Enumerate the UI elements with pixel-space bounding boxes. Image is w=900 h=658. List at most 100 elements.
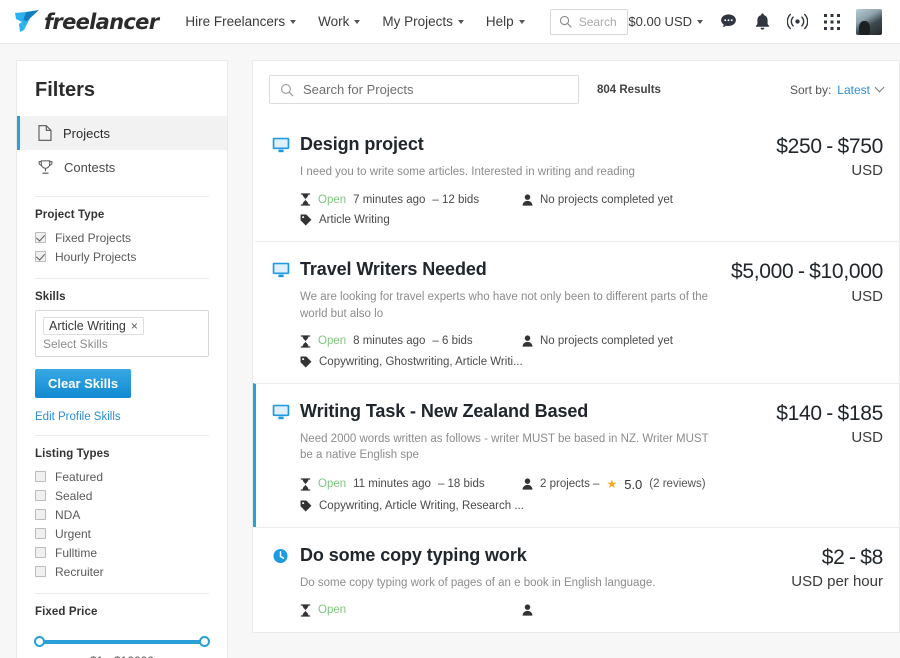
person-icon [522, 194, 533, 206]
project-reviews: (2 reviews) [649, 478, 706, 491]
project-title[interactable]: Travel Writers Needed [300, 259, 487, 280]
checkbox-icon [35, 232, 46, 243]
slider-handle-max[interactable] [199, 636, 210, 647]
checkbox-label: Sealed [55, 488, 93, 503]
sort-by-dropdown[interactable]: Sort by: Latest [790, 82, 885, 97]
fixed-price-slider[interactable] [34, 625, 210, 647]
person-icon [522, 604, 533, 617]
project-meta-row: Open 11 minutes ago – 18 bids 2 projects… [300, 477, 711, 492]
sidebar-item-label: Contests [64, 159, 116, 175]
project-bids: – 18 bids [437, 478, 485, 491]
project-skills-row: Copywriting, Ghostwriting, Article Writi… [300, 356, 711, 368]
nav-label: Help [485, 14, 514, 29]
checkbox-icon [35, 566, 46, 577]
checkbox-fulltime[interactable]: Fulltime [35, 543, 209, 562]
project-status-group: Open 7 minutes ago – 12 bids [300, 193, 522, 206]
results-panel: Search for Projects 804 Results Sort by:… [252, 60, 900, 658]
checkbox-label: NDA [55, 507, 81, 522]
project-status: Open [318, 478, 347, 491]
hourglass-icon [300, 477, 311, 491]
bell-icon[interactable] [754, 12, 771, 31]
project-title[interactable]: Writing Task - New Zealand Based [300, 401, 588, 422]
close-icon[interactable]: × [131, 319, 138, 333]
tag-icon [300, 356, 312, 368]
broadcast-icon[interactable] [787, 13, 808, 30]
checkbox-urgent[interactable]: Urgent [35, 524, 209, 543]
search-icon [281, 83, 294, 97]
checkbox-sealed[interactable]: Sealed [35, 486, 209, 505]
listing-types-label: Listing Types [35, 448, 110, 460]
sidebar-item-projects[interactable]: Projects [17, 116, 227, 150]
checkbox-icon [35, 490, 46, 501]
skills-label: Skills [35, 291, 66, 303]
slider-track[interactable] [34, 636, 210, 647]
checkbox-recruiter[interactable]: Recruiter [35, 562, 209, 581]
header-actions: $0.00 USD [628, 8, 886, 35]
project-type-section: Project Type Fixed Projects Hourly Proje… [17, 209, 227, 266]
tag-icon [300, 214, 312, 226]
divider [35, 593, 209, 594]
checkbox-hourly-projects[interactable]: Hourly Projects [35, 247, 209, 266]
project-bids: – 12 bids [432, 193, 480, 206]
project-skills: Copywriting, Article Writing, Research .… [319, 499, 524, 512]
project-status-group: Open [300, 604, 522, 617]
project-price-unit: USD [851, 429, 883, 447]
checkbox-label: Featured [55, 469, 104, 484]
header-search-box[interactable]: Search [549, 8, 629, 35]
checkbox-icon [35, 547, 46, 558]
project-client-info: 2 projects – [540, 478, 600, 491]
project-search-placeholder: Search for Projects [303, 82, 414, 97]
balance-menu[interactable]: $0.00 USD [628, 14, 703, 29]
checkbox-fixed-projects[interactable]: Fixed Projects [35, 228, 209, 247]
nav-label: Hire Freelancers [185, 14, 286, 29]
fixed-price-range-value: $1 - $10000 [35, 654, 209, 658]
skill-chip-article-writing[interactable]: Article Writing × [43, 317, 144, 335]
checkbox-icon [35, 528, 46, 539]
apps-grid-icon[interactable] [824, 13, 840, 30]
slider-handle-min[interactable] [34, 636, 45, 647]
project-price: $2 - $8 [821, 545, 884, 569]
chat-icon[interactable] [719, 12, 738, 31]
project-card[interactable]: Travel Writers Needed We are looking for… [253, 241, 899, 383]
project-price-block: $140 - $185 USD [723, 401, 883, 512]
nav-help[interactable]: Help [475, 8, 536, 35]
project-price-block: $250 - $750 USD [723, 134, 883, 226]
project-card[interactable]: Writing Task - New Zealand Based Need 20… [253, 382, 899, 527]
sidebar-item-contests[interactable]: Contests [17, 150, 227, 184]
project-price-block: $5,000 - $10,000 USD [723, 259, 883, 368]
project-card-main: Do some copy typing work Do some copy ty… [272, 545, 723, 617]
filters-sidebar: Filters Projects Contests Project Type F… [16, 60, 228, 658]
project-card[interactable]: Design project I need you to write some … [253, 117, 899, 241]
nav-hire-freelancers[interactable]: Hire Freelancers [174, 8, 307, 35]
nav-my-projects[interactable]: My Projects [371, 8, 475, 35]
project-skills-row: Article Writing [300, 214, 711, 226]
hourglass-icon [300, 335, 311, 348]
project-card[interactable]: Do some copy typing work Do some copy ty… [253, 526, 899, 632]
project-search-input[interactable]: Search for Projects [269, 75, 579, 104]
tag-icon [300, 500, 312, 512]
project-card-main: Writing Task - New Zealand Based Need 20… [272, 401, 723, 512]
page-body: Filters Projects Contests Project Type F… [0, 44, 900, 658]
checkbox-featured[interactable]: Featured [35, 467, 209, 486]
divider [35, 435, 209, 436]
project-title[interactable]: Design project [300, 134, 424, 155]
project-skills-row: Copywriting, Article Writing, Research .… [300, 500, 711, 512]
skills-section: Skills Article Writing × Select Skills C… [17, 291, 227, 423]
checkbox-nda[interactable]: NDA [35, 505, 209, 524]
nav-work[interactable]: Work [307, 8, 371, 35]
chevron-down-icon [457, 19, 464, 24]
skills-input[interactable]: Article Writing × Select Skills [35, 310, 209, 357]
project-rating: 5.0 [624, 476, 643, 492]
project-title[interactable]: Do some copy typing work [300, 545, 527, 566]
project-posted-time: 11 minutes ago [353, 478, 431, 491]
project-bids: – 6 bids [432, 335, 473, 348]
edit-profile-skills-link[interactable]: Edit Profile Skills [35, 411, 209, 423]
sort-by-value: Latest [837, 82, 870, 97]
nav-label: My Projects [382, 14, 453, 29]
clear-skills-button[interactable]: Clear Skills [35, 369, 132, 398]
freelancer-logo[interactable]: freelancer [14, 9, 159, 34]
project-skills: Article Writing [319, 214, 390, 227]
results-count: 804 Results [597, 83, 661, 96]
avatar[interactable] [856, 8, 882, 35]
project-posted-time: 7 minutes ago [353, 193, 426, 206]
